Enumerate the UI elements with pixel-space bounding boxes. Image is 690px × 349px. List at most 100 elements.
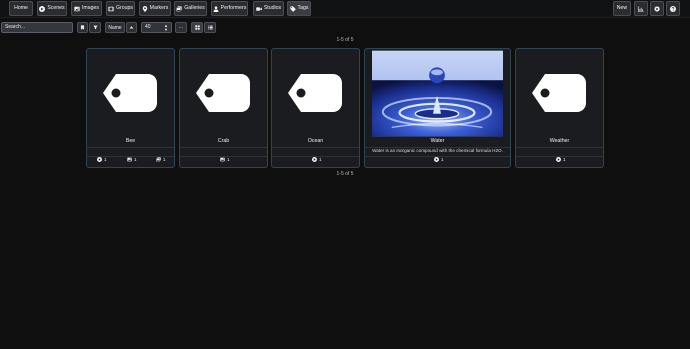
- water-droplet-image: [372, 50, 503, 137]
- user-icon: [213, 6, 219, 12]
- tag-card-ocean[interactable]: Ocean 1: [271, 48, 360, 168]
- tag-card-bee[interactable]: Bee 1 1 1: [86, 48, 175, 168]
- map-marker-icon: [142, 6, 148, 12]
- images-icon: [156, 157, 161, 162]
- image-count-value: 1: [227, 157, 230, 162]
- image-count[interactable]: 1: [127, 157, 137, 162]
- settings-cog-icon: [654, 6, 660, 12]
- nav-studios-button[interactable]: Studios: [253, 1, 284, 16]
- tag-card-thumbnail[interactable]: [180, 49, 267, 136]
- nav-groups-button[interactable]: Groups: [106, 1, 135, 16]
- nav-galleries-button[interactable]: Galleries: [174, 1, 207, 16]
- more-options-button[interactable]: ···: [175, 22, 187, 33]
- card-divider: [180, 147, 267, 148]
- tag-card-counts: 1: [272, 157, 359, 165]
- scene-count-value: 1: [319, 157, 322, 162]
- tag-card-name[interactable]: Crab: [180, 138, 267, 146]
- scene-count-value: 1: [441, 157, 444, 162]
- nav-tags-button[interactable]: Tags: [287, 1, 311, 16]
- stats-button[interactable]: [634, 1, 648, 16]
- grid-icon: [195, 25, 200, 30]
- tag-card-thumbnail[interactable]: [272, 49, 359, 136]
- sort-direction-button[interactable]: [126, 22, 137, 33]
- tag-card-water[interactable]: Water Water is an inorganic compound wit…: [364, 48, 511, 168]
- scene-count[interactable]: 1: [312, 157, 322, 162]
- film-icon: [108, 6, 114, 12]
- nav-markers-label: Markers: [149, 5, 169, 11]
- image-icon: [220, 157, 225, 162]
- tag-card-counts: 1: [365, 157, 510, 165]
- play-circle-icon: [39, 6, 45, 12]
- play-circle-icon: [556, 157, 561, 162]
- image-count[interactable]: 1: [220, 157, 230, 162]
- tag-placeholder-icon: [102, 73, 157, 112]
- per-page-select[interactable]: 40 ▲ ▼: [141, 22, 172, 33]
- tag-card-weather[interactable]: Weather 1: [515, 48, 604, 168]
- images-icon: [176, 6, 182, 12]
- tag-card-counts: 1 1 1: [87, 157, 174, 165]
- tag-card-thumbnail[interactable]: [516, 49, 603, 136]
- saved-filters-button[interactable]: [77, 22, 88, 33]
- card-divider: [516, 147, 603, 148]
- scene-count[interactable]: 1: [434, 157, 444, 162]
- stats-chart-icon: [638, 6, 644, 12]
- nav-studios-label: Studios: [263, 5, 282, 11]
- new-button[interactable]: New: [613, 1, 631, 16]
- tag-icon: [290, 6, 296, 12]
- nav-home-label: Home: [14, 5, 28, 11]
- help-icon: [670, 6, 676, 12]
- tag-card-thumbnail[interactable]: [372, 50, 503, 137]
- tag-card-name[interactable]: Ocean: [272, 138, 359, 146]
- list-view-button[interactable]: [204, 22, 216, 33]
- nav-tags-label: Tags: [297, 5, 309, 11]
- tag-card-name[interactable]: Bee: [87, 138, 174, 146]
- pagination-top: 1-5 of 5: [336, 37, 354, 43]
- tag-placeholder-icon: [287, 73, 342, 112]
- tag-placeholder-icon: [531, 73, 586, 112]
- tag-card-counts: 1: [180, 157, 267, 165]
- tag-card-name[interactable]: Water: [365, 138, 510, 146]
- nav-images-button[interactable]: Images: [71, 1, 102, 16]
- nav-scenes-button[interactable]: Scenes: [37, 1, 67, 16]
- sort-by-dropdown[interactable]: Name: [105, 22, 125, 33]
- nav-performers-label: Performers: [220, 5, 247, 11]
- sort-by-label: Name: [108, 24, 122, 31]
- nav-images-label: Images: [81, 5, 99, 11]
- filter-button[interactable]: [89, 22, 101, 33]
- nav-scenes-label: Scenes: [47, 5, 65, 11]
- grid-view-button[interactable]: [191, 22, 203, 33]
- more-options-label: ···: [178, 24, 184, 31]
- tag-card-crab[interactable]: Crab 1: [179, 48, 268, 168]
- nav-groups-label: Groups: [115, 5, 133, 11]
- scene-count[interactable]: 1: [556, 157, 566, 162]
- select-arrows-icon: ▲ ▼: [164, 23, 168, 32]
- filter-icon: [93, 25, 98, 30]
- new-button-label: New: [616, 5, 628, 11]
- tag-card-name[interactable]: Weather: [516, 138, 603, 146]
- gallery-count-value: 1: [163, 157, 166, 162]
- scene-count[interactable]: 1: [97, 157, 107, 162]
- scene-count-value: 1: [563, 157, 566, 162]
- nav-performers-button[interactable]: Performers: [211, 1, 248, 16]
- bookmark-icon: [80, 25, 85, 30]
- video-icon: [256, 6, 262, 12]
- settings-button[interactable]: [650, 1, 664, 16]
- top-navbar: Home Scenes Images Groups Markers Galler…: [0, 0, 690, 18]
- card-divider: [87, 147, 174, 148]
- image-icon: [127, 157, 132, 162]
- tag-card-description: Water is an inorganic compound with the …: [372, 148, 503, 153]
- nav-markers-button[interactable]: Markers: [139, 1, 171, 16]
- search-input[interactable]: Search...: [1, 22, 73, 33]
- per-page-value: 40: [145, 24, 151, 30]
- gallery-count[interactable]: 1: [156, 157, 166, 162]
- tag-card-thumbnail[interactable]: [87, 49, 174, 136]
- help-button[interactable]: [666, 1, 680, 16]
- card-divider: [272, 147, 359, 148]
- image-icon: [74, 6, 80, 12]
- nav-home-button[interactable]: Home: [9, 1, 33, 16]
- tag-placeholder-icon: [195, 73, 250, 112]
- nav-galleries-label: Galleries: [184, 5, 205, 11]
- play-circle-icon: [97, 157, 102, 162]
- tag-card-counts: 1: [516, 157, 603, 165]
- play-circle-icon: [312, 157, 317, 162]
